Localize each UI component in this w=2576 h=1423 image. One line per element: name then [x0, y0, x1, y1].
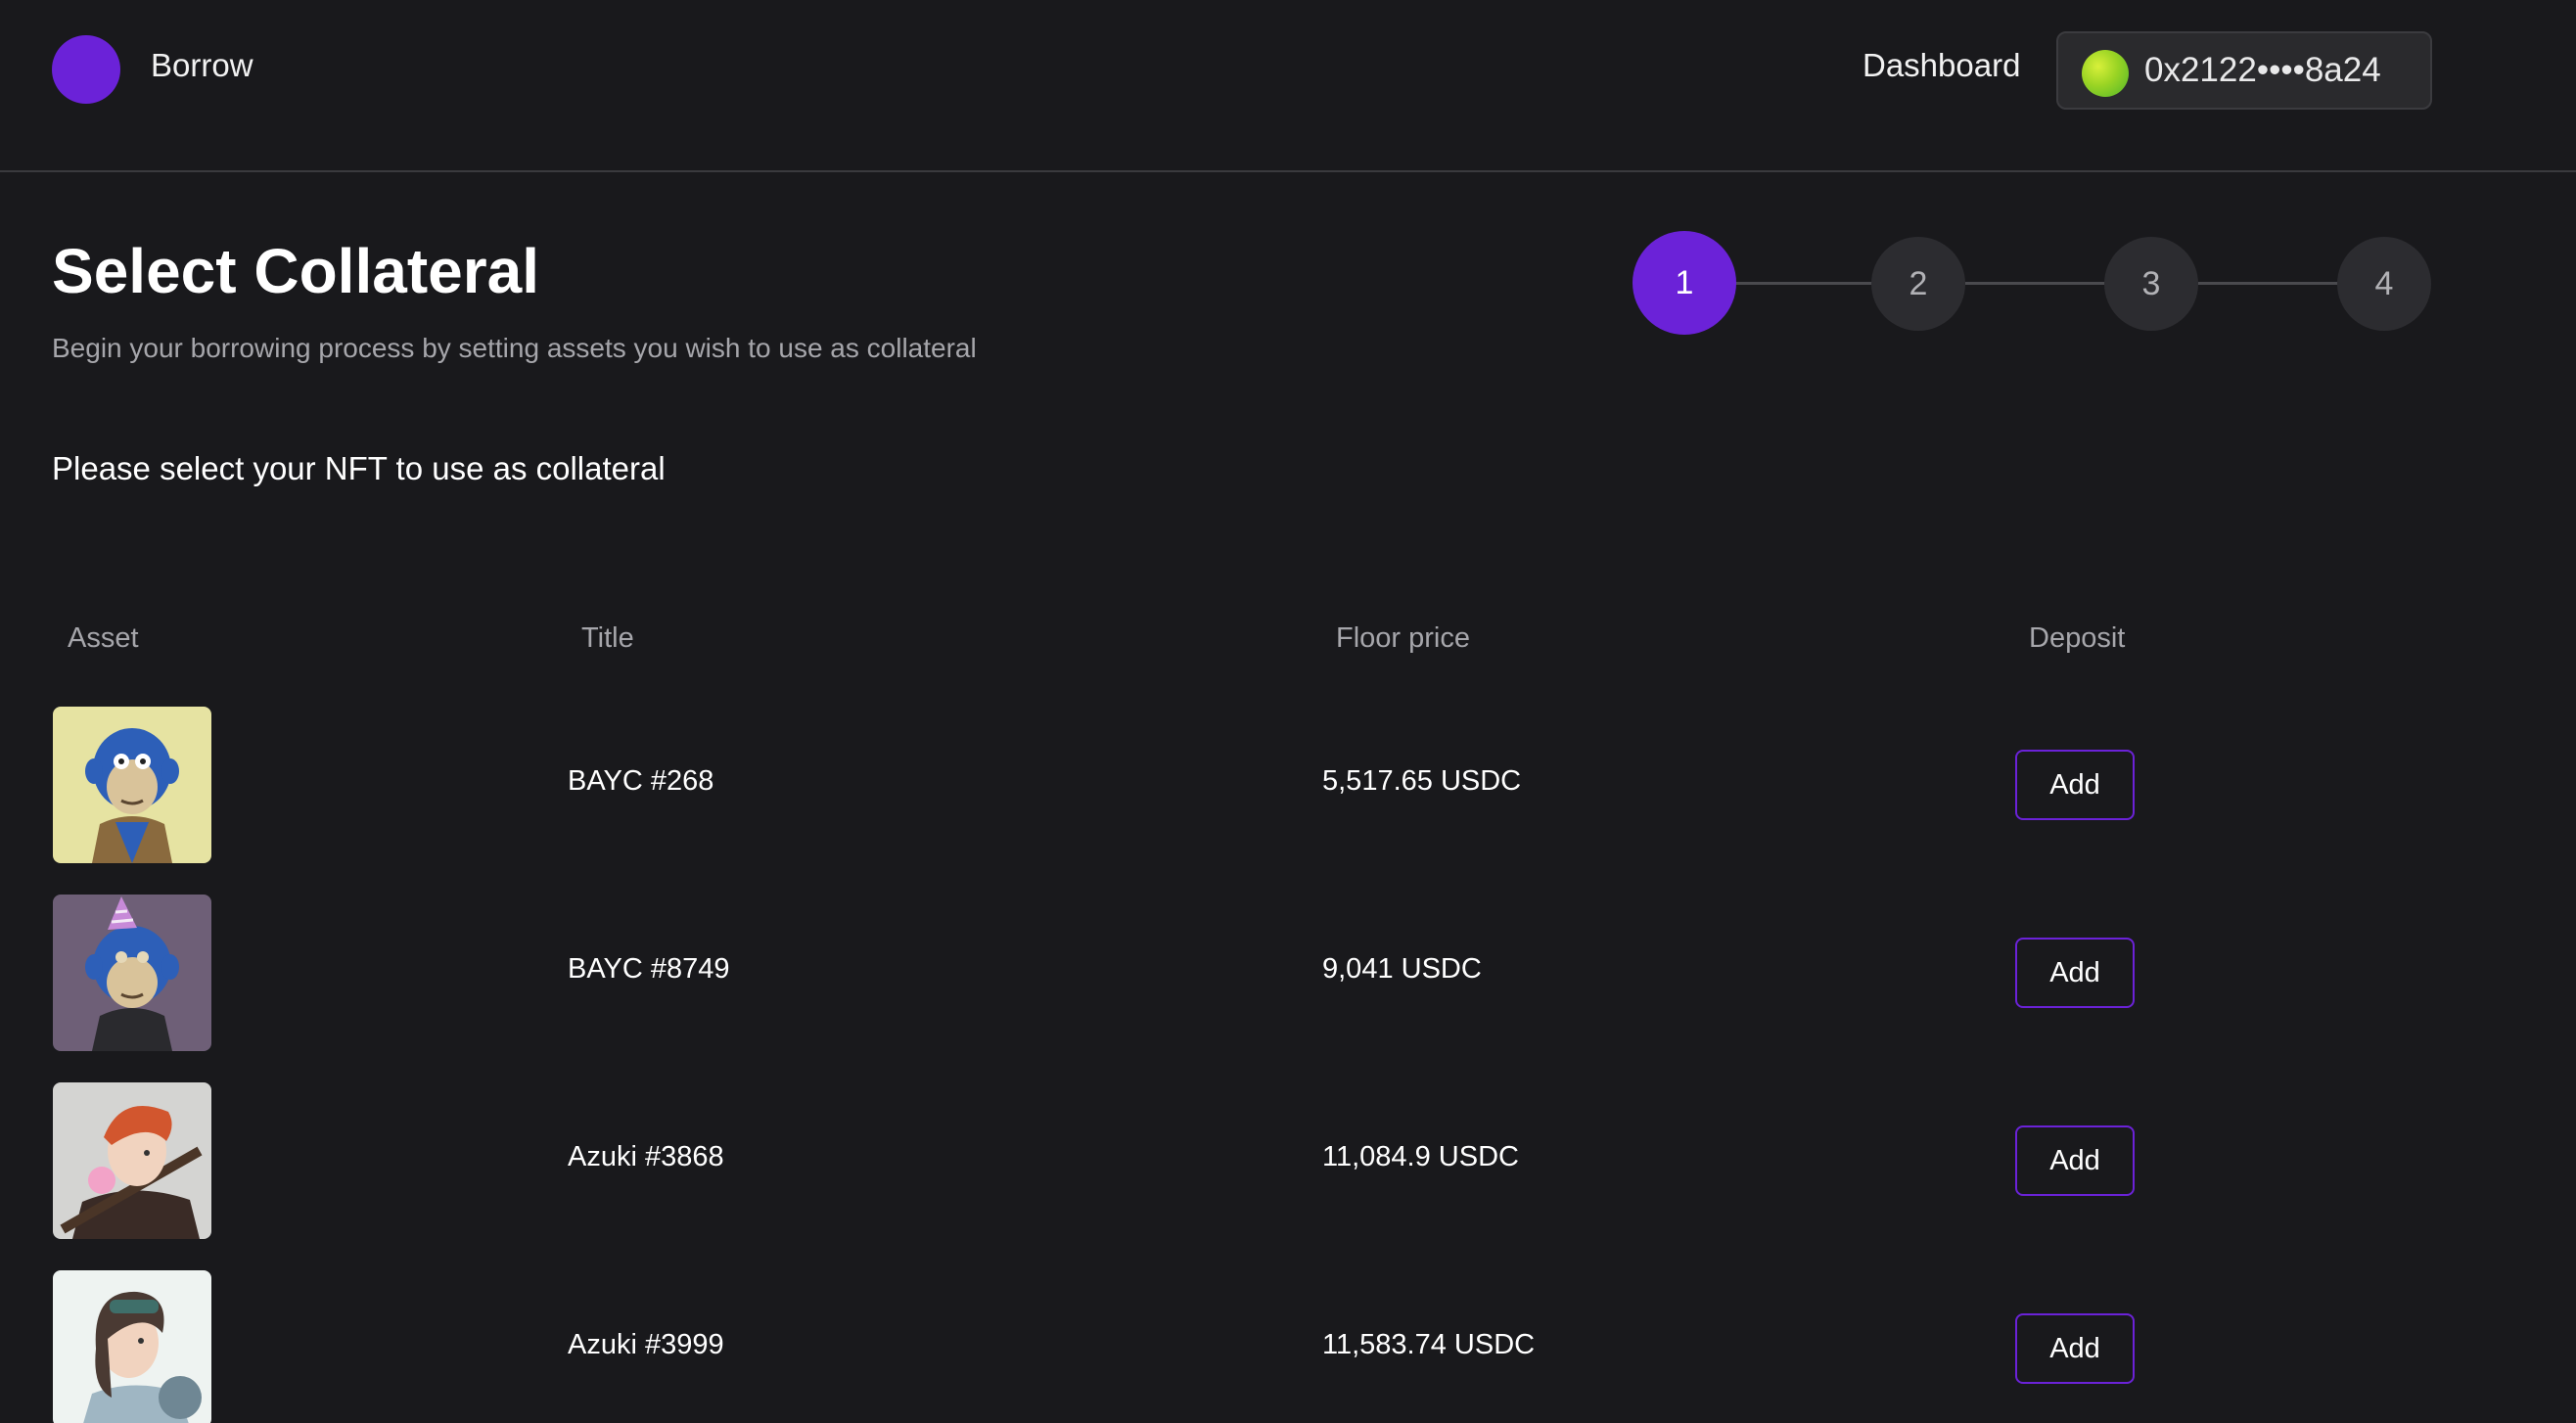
nft-thumbnail: [53, 1270, 211, 1423]
floor-price: 5,517.65 USDC: [1322, 765, 1522, 797]
column-header-asset: Asset: [68, 622, 139, 654]
nft-title: BAYC #268: [568, 765, 714, 797]
wallet-button[interactable]: 0x2122••••8a24: [2056, 31, 2432, 110]
column-header-floor-price: Floor price: [1336, 622, 1470, 654]
add-button[interactable]: Add: [2015, 1125, 2135, 1196]
step-4: 4: [2337, 237, 2431, 331]
table-row: Azuki #3868 11,084.9 USDC Add: [0, 1082, 2576, 1239]
step-connector: [1965, 282, 2108, 285]
add-button[interactable]: Add: [2015, 938, 2135, 1008]
table-row: BAYC #268 5,517.65 USDC Add: [0, 707, 2576, 863]
anime-character-avatar-icon: [53, 1082, 211, 1239]
step-connector: [1734, 282, 1875, 285]
nft-title: Azuki #3868: [568, 1141, 724, 1172]
nft-thumbnail: [53, 895, 211, 1051]
top-nav: Borrow Dashboard 0x2122••••8a24: [0, 0, 2576, 172]
anime-character-avatar-icon: [53, 1270, 211, 1423]
wallet-avatar-icon: [2082, 50, 2129, 97]
step-1: 1: [1633, 231, 1736, 335]
floor-price: 9,041 USDC: [1322, 953, 1482, 985]
step-2: 2: [1871, 237, 1965, 331]
page-title: Select Collateral: [52, 236, 539, 306]
table-row: Azuki #3999 11,583.74 USDC Add: [0, 1270, 2576, 1423]
nft-thumbnail: [53, 1082, 211, 1239]
add-button[interactable]: Add: [2015, 750, 2135, 820]
ape-party-hat-avatar-icon: [53, 895, 211, 1051]
floor-price: 11,583.74 USDC: [1322, 1329, 1536, 1360]
nft-title: BAYC #8749: [568, 953, 730, 985]
table-row: BAYC #8749 9,041 USDC Add: [0, 895, 2576, 1051]
page: Borrow Dashboard 0x2122••••8a24 Select C…: [0, 0, 2576, 1423]
logo-icon[interactable]: [52, 35, 120, 104]
nav-dashboard-link[interactable]: Dashboard: [1863, 47, 2020, 84]
progress-stepper: 1 2 3 4: [1633, 231, 2433, 335]
floor-price: 11,084.9 USDC: [1322, 1141, 1519, 1172]
page-subtitle: Begin your borrowing process by setting …: [52, 333, 977, 363]
nft-thumbnail: [53, 707, 211, 863]
step-3: 3: [2104, 237, 2198, 331]
instruction-text: Please select your NFT to use as collate…: [52, 450, 666, 486]
column-header-title: Title: [581, 622, 634, 654]
column-header-deposit: Deposit: [2029, 622, 2126, 654]
add-button[interactable]: Add: [2015, 1313, 2135, 1384]
nft-title: Azuki #3999: [568, 1329, 724, 1360]
step-connector: [2198, 282, 2341, 285]
wallet-address: 0x2122••••8a24: [2144, 51, 2381, 89]
ape-avatar-icon: [53, 707, 211, 863]
brand-label[interactable]: Borrow: [151, 47, 253, 84]
